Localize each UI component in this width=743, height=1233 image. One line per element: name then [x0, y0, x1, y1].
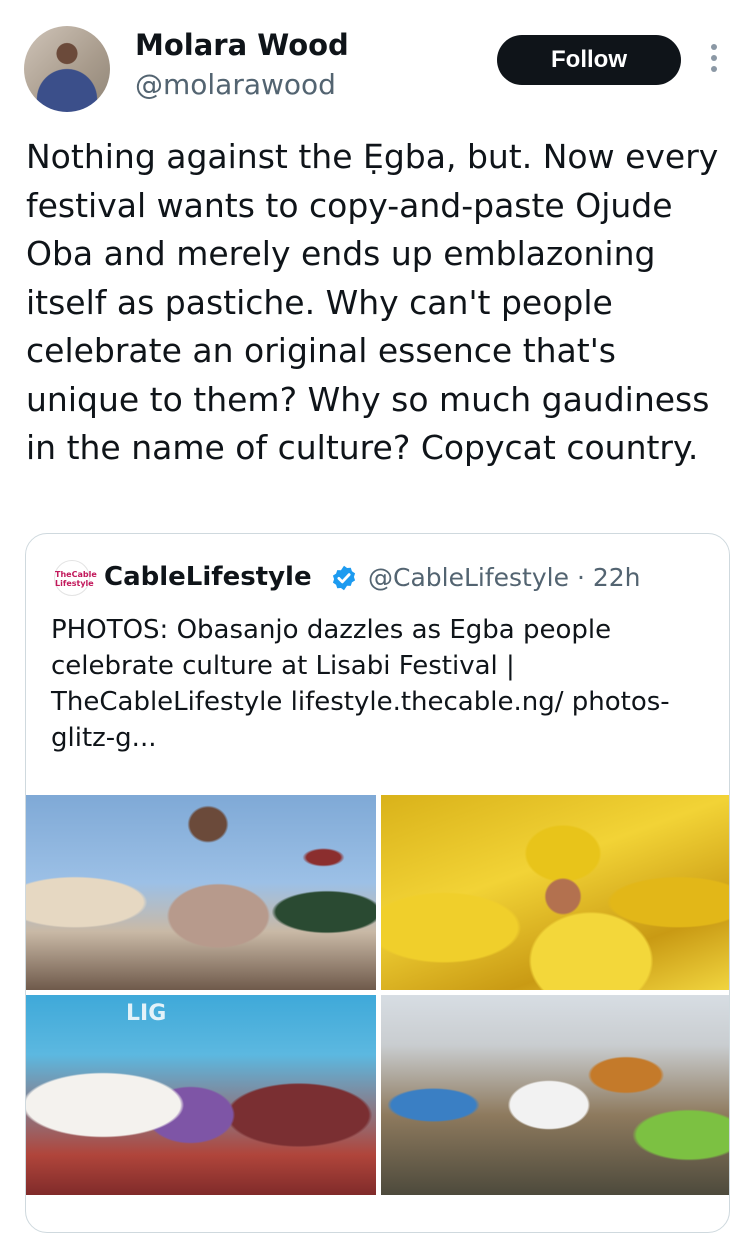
photo-sign-text: LIG: [126, 1001, 167, 1026]
quoted-tweet-text: PHOTOS: Obasanjo dazzles as Egba people …: [51, 615, 670, 753]
quoted-meta: @CableLifestyle · 22h: [368, 563, 641, 592]
photo-chiefs-regalia[interactable]: LIG: [26, 995, 376, 1195]
photo-obasanjo[interactable]: [26, 795, 376, 990]
quoted-author-handle[interactable]: @CableLifestyle: [368, 563, 569, 592]
author-handle[interactable]: @molarawood: [135, 68, 336, 101]
quoted-tweet-card[interactable]: TheCable Lifestyle CableLifestyle @CableL…: [25, 533, 730, 1233]
quoted-author-name[interactable]: CableLifestyle: [104, 562, 312, 592]
cable-lifestyle-logo: TheCable Lifestyle: [54, 560, 97, 596]
photo-procession[interactable]: [381, 995, 729, 1195]
photo-yellow-gele-crowd[interactable]: [381, 795, 729, 990]
avatar[interactable]: [24, 26, 110, 112]
more-vertical-icon[interactable]: [704, 44, 724, 78]
verified-badge-icon: [332, 565, 356, 591]
author-name[interactable]: Molara Wood: [135, 28, 349, 62]
follow-button[interactable]: Follow: [497, 35, 681, 85]
meta-separator: ·: [576, 563, 585, 592]
quoted-time[interactable]: 22h: [593, 563, 641, 592]
tweet-text: Nothing against the Ẹgba, but. Now every…: [26, 137, 719, 467]
